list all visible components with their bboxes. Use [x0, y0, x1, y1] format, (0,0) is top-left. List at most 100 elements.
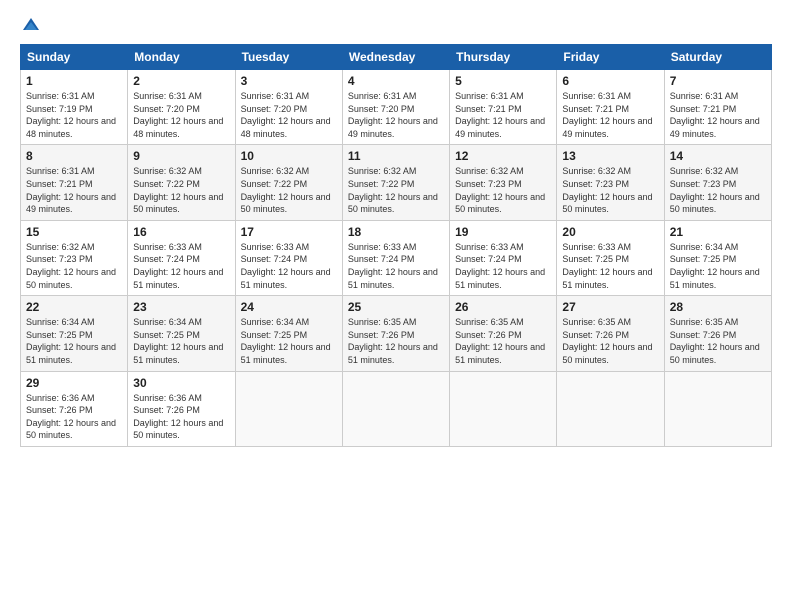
day-info: Sunrise: 6:32 AMSunset: 7:22 PMDaylight:…: [348, 165, 444, 215]
day-info: Sunrise: 6:31 AMSunset: 7:21 PMDaylight:…: [26, 165, 122, 215]
calendar-cell: 25 Sunrise: 6:35 AMSunset: 7:26 PMDayligh…: [342, 296, 449, 371]
calendar-cell: 9 Sunrise: 6:32 AMSunset: 7:22 PMDaylight…: [128, 145, 235, 220]
day-number: 29: [26, 376, 122, 390]
day-info: Sunrise: 6:31 AMSunset: 7:21 PMDaylight:…: [455, 90, 551, 140]
calendar-cell: 17 Sunrise: 6:33 AMSunset: 7:24 PMDayligh…: [235, 220, 342, 295]
day-info: Sunrise: 6:33 AMSunset: 7:24 PMDaylight:…: [455, 241, 551, 291]
day-info: Sunrise: 6:34 AMSunset: 7:25 PMDaylight:…: [26, 316, 122, 366]
calendar-cell: 6 Sunrise: 6:31 AMSunset: 7:21 PMDaylight…: [557, 70, 664, 145]
day-number: 19: [455, 225, 551, 239]
calendar-cell: [557, 371, 664, 446]
calendar-cell: 19 Sunrise: 6:33 AMSunset: 7:24 PMDayligh…: [450, 220, 557, 295]
calendar-table: SundayMondayTuesdayWednesdayThursdayFrid…: [20, 44, 772, 447]
calendar-cell: 3 Sunrise: 6:31 AMSunset: 7:20 PMDaylight…: [235, 70, 342, 145]
day-info: Sunrise: 6:31 AMSunset: 7:20 PMDaylight:…: [133, 90, 229, 140]
day-number: 18: [348, 225, 444, 239]
calendar-week-row: 22Sunrise: 6:34 AMSunset: 7:25 PMDayligh…: [21, 296, 772, 371]
day-number: 17: [241, 225, 337, 239]
day-info: Sunrise: 6:32 AMSunset: 7:23 PMDaylight:…: [670, 165, 766, 215]
day-number: 1: [26, 74, 122, 88]
day-info: Sunrise: 6:31 AMSunset: 7:21 PMDaylight:…: [670, 90, 766, 140]
day-info: Sunrise: 6:35 AMSunset: 7:26 PMDaylight:…: [670, 316, 766, 366]
day-info: Sunrise: 6:33 AMSunset: 7:24 PMDaylight:…: [348, 241, 444, 291]
calendar-cell: 23 Sunrise: 6:34 AMSunset: 7:25 PMDayligh…: [128, 296, 235, 371]
calendar-cell: 7 Sunrise: 6:31 AMSunset: 7:21 PMDaylight…: [664, 70, 771, 145]
calendar-cell: 1Sunrise: 6:31 AMSunset: 7:19 PMDaylight…: [21, 70, 128, 145]
day-number: 3: [241, 74, 337, 88]
day-info: Sunrise: 6:34 AMSunset: 7:25 PMDaylight:…: [670, 241, 766, 291]
day-info: Sunrise: 6:33 AMSunset: 7:25 PMDaylight:…: [562, 241, 658, 291]
calendar-week-row: 8Sunrise: 6:31 AMSunset: 7:21 PMDaylight…: [21, 145, 772, 220]
weekday-header: Monday: [128, 45, 235, 70]
calendar-cell: 29 Sunrise: 6:36 AMSunset: 7:26 PMDayligh…: [21, 371, 128, 446]
weekday-header: Thursday: [450, 45, 557, 70]
day-number: 12: [455, 149, 551, 163]
day-info: Sunrise: 6:32 AMSunset: 7:23 PMDaylight:…: [455, 165, 551, 215]
day-info: Sunrise: 6:35 AMSunset: 7:26 PMDaylight:…: [562, 316, 658, 366]
day-number: 7: [670, 74, 766, 88]
calendar-cell: 2 Sunrise: 6:31 AMSunset: 7:20 PMDaylight…: [128, 70, 235, 145]
day-info: Sunrise: 6:35 AMSunset: 7:26 PMDaylight:…: [348, 316, 444, 366]
day-number: 5: [455, 74, 551, 88]
day-number: 10: [241, 149, 337, 163]
calendar-cell: 16 Sunrise: 6:33 AMSunset: 7:24 PMDayligh…: [128, 220, 235, 295]
day-number: 20: [562, 225, 658, 239]
calendar-cell: 22Sunrise: 6:34 AMSunset: 7:25 PMDayligh…: [21, 296, 128, 371]
calendar-cell: 13Sunrise: 6:32 AMSunset: 7:23 PMDayligh…: [557, 145, 664, 220]
calendar-cell: 14 Sunrise: 6:32 AMSunset: 7:23 PMDayligh…: [664, 145, 771, 220]
day-number: 16: [133, 225, 229, 239]
day-number: 28: [670, 300, 766, 314]
logo-icon: [21, 16, 41, 36]
day-number: 23: [133, 300, 229, 314]
day-number: 9: [133, 149, 229, 163]
day-info: Sunrise: 6:32 AMSunset: 7:23 PMDaylight:…: [562, 165, 658, 215]
page: SundayMondayTuesdayWednesdayThursdayFrid…: [0, 0, 792, 612]
day-number: 11: [348, 149, 444, 163]
day-number: 25: [348, 300, 444, 314]
day-info: Sunrise: 6:31 AMSunset: 7:21 PMDaylight:…: [562, 90, 658, 140]
calendar-cell: 18 Sunrise: 6:33 AMSunset: 7:24 PMDayligh…: [342, 220, 449, 295]
calendar-cell: [450, 371, 557, 446]
calendar-cell: 15Sunrise: 6:32 AMSunset: 7:23 PMDayligh…: [21, 220, 128, 295]
calendar-cell: 28 Sunrise: 6:35 AMSunset: 7:26 PMDayligh…: [664, 296, 771, 371]
calendar-cell: 26 Sunrise: 6:35 AMSunset: 7:26 PMDayligh…: [450, 296, 557, 371]
day-number: 30: [133, 376, 229, 390]
calendar-cell: 30Sunrise: 6:36 AMSunset: 7:26 PMDayligh…: [128, 371, 235, 446]
day-info: Sunrise: 6:33 AMSunset: 7:24 PMDaylight:…: [241, 241, 337, 291]
calendar-cell: 4 Sunrise: 6:31 AMSunset: 7:20 PMDaylight…: [342, 70, 449, 145]
day-info: Sunrise: 6:33 AMSunset: 7:24 PMDaylight:…: [133, 241, 229, 291]
calendar-cell: 27Sunrise: 6:35 AMSunset: 7:26 PMDayligh…: [557, 296, 664, 371]
calendar-week-row: 15Sunrise: 6:32 AMSunset: 7:23 PMDayligh…: [21, 220, 772, 295]
day-number: 21: [670, 225, 766, 239]
weekday-header: Wednesday: [342, 45, 449, 70]
day-info: Sunrise: 6:36 AMSunset: 7:26 PMDaylight:…: [26, 392, 122, 442]
calendar-cell: 11 Sunrise: 6:32 AMSunset: 7:22 PMDayligh…: [342, 145, 449, 220]
logo: [20, 16, 42, 34]
day-number: 2: [133, 74, 229, 88]
day-info: Sunrise: 6:32 AMSunset: 7:23 PMDaylight:…: [26, 241, 122, 291]
day-number: 6: [562, 74, 658, 88]
day-info: Sunrise: 6:35 AMSunset: 7:26 PMDaylight:…: [455, 316, 551, 366]
calendar-cell: 8Sunrise: 6:31 AMSunset: 7:21 PMDaylight…: [21, 145, 128, 220]
day-info: Sunrise: 6:32 AMSunset: 7:22 PMDaylight:…: [241, 165, 337, 215]
day-info: Sunrise: 6:34 AMSunset: 7:25 PMDaylight:…: [241, 316, 337, 366]
day-number: 26: [455, 300, 551, 314]
header: [20, 16, 772, 34]
calendar-cell: 10 Sunrise: 6:32 AMSunset: 7:22 PMDayligh…: [235, 145, 342, 220]
calendar-week-row: 1Sunrise: 6:31 AMSunset: 7:19 PMDaylight…: [21, 70, 772, 145]
calendar-cell: 5 Sunrise: 6:31 AMSunset: 7:21 PMDaylight…: [450, 70, 557, 145]
calendar-cell: [235, 371, 342, 446]
day-number: 24: [241, 300, 337, 314]
calendar-cell: 20 Sunrise: 6:33 AMSunset: 7:25 PMDayligh…: [557, 220, 664, 295]
weekday-header: Sunday: [21, 45, 128, 70]
day-info: Sunrise: 6:31 AMSunset: 7:20 PMDaylight:…: [348, 90, 444, 140]
day-info: Sunrise: 6:34 AMSunset: 7:25 PMDaylight:…: [133, 316, 229, 366]
calendar-cell: 12 Sunrise: 6:32 AMSunset: 7:23 PMDayligh…: [450, 145, 557, 220]
calendar-header-row: SundayMondayTuesdayWednesdayThursdayFrid…: [21, 45, 772, 70]
weekday-header: Friday: [557, 45, 664, 70]
calendar-week-row: 29 Sunrise: 6:36 AMSunset: 7:26 PMDayligh…: [21, 371, 772, 446]
day-number: 4: [348, 74, 444, 88]
day-info: Sunrise: 6:32 AMSunset: 7:22 PMDaylight:…: [133, 165, 229, 215]
day-number: 14: [670, 149, 766, 163]
day-info: Sunrise: 6:31 AMSunset: 7:20 PMDaylight:…: [241, 90, 337, 140]
